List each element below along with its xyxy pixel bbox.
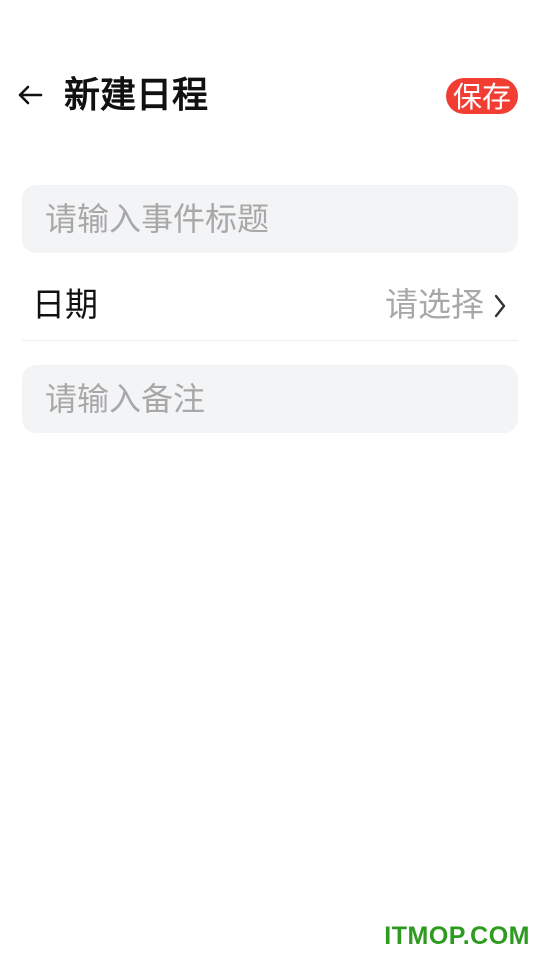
- header-bar: 新建日程 保存: [0, 70, 540, 122]
- save-button[interactable]: 保存: [446, 78, 518, 114]
- page-title: 新建日程: [64, 75, 209, 116]
- date-label: 日期: [32, 285, 98, 324]
- watermark-logo: ITMOP.COM: [384, 922, 530, 950]
- new-schedule-screen: 新建日程 保存 日期 请选择 ITMOP.COM: [0, 0, 540, 960]
- note-input[interactable]: [22, 365, 518, 433]
- back-button[interactable]: [14, 78, 46, 112]
- date-value: 请选择: [385, 285, 484, 324]
- arrow-left-icon: [18, 85, 43, 105]
- chevron-right-icon: [494, 294, 506, 318]
- event-title-input[interactable]: [22, 185, 518, 253]
- date-picker-row[interactable]: 日期 请选择: [22, 271, 518, 341]
